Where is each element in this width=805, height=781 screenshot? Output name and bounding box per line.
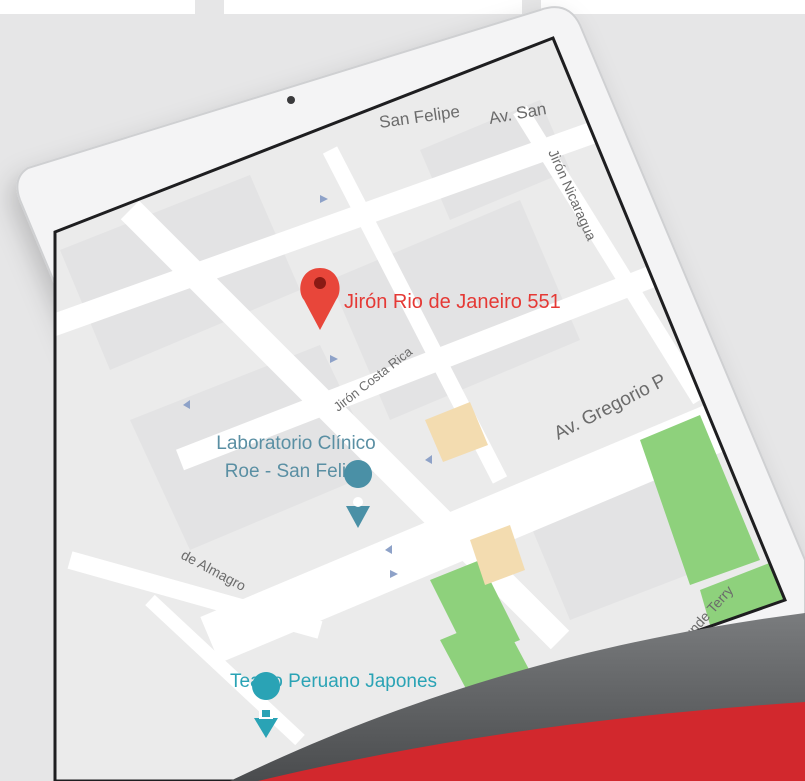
camera-icon: [287, 96, 295, 104]
poi-lab-label-line1: Laboratorio Clínico: [216, 433, 375, 454]
pin-address-label: Jirón Rio de Janeiro 551: [344, 291, 561, 313]
tablet-photo: San Felipe Av. San Jirón Nicaragua Jirón…: [16, 6, 805, 781]
